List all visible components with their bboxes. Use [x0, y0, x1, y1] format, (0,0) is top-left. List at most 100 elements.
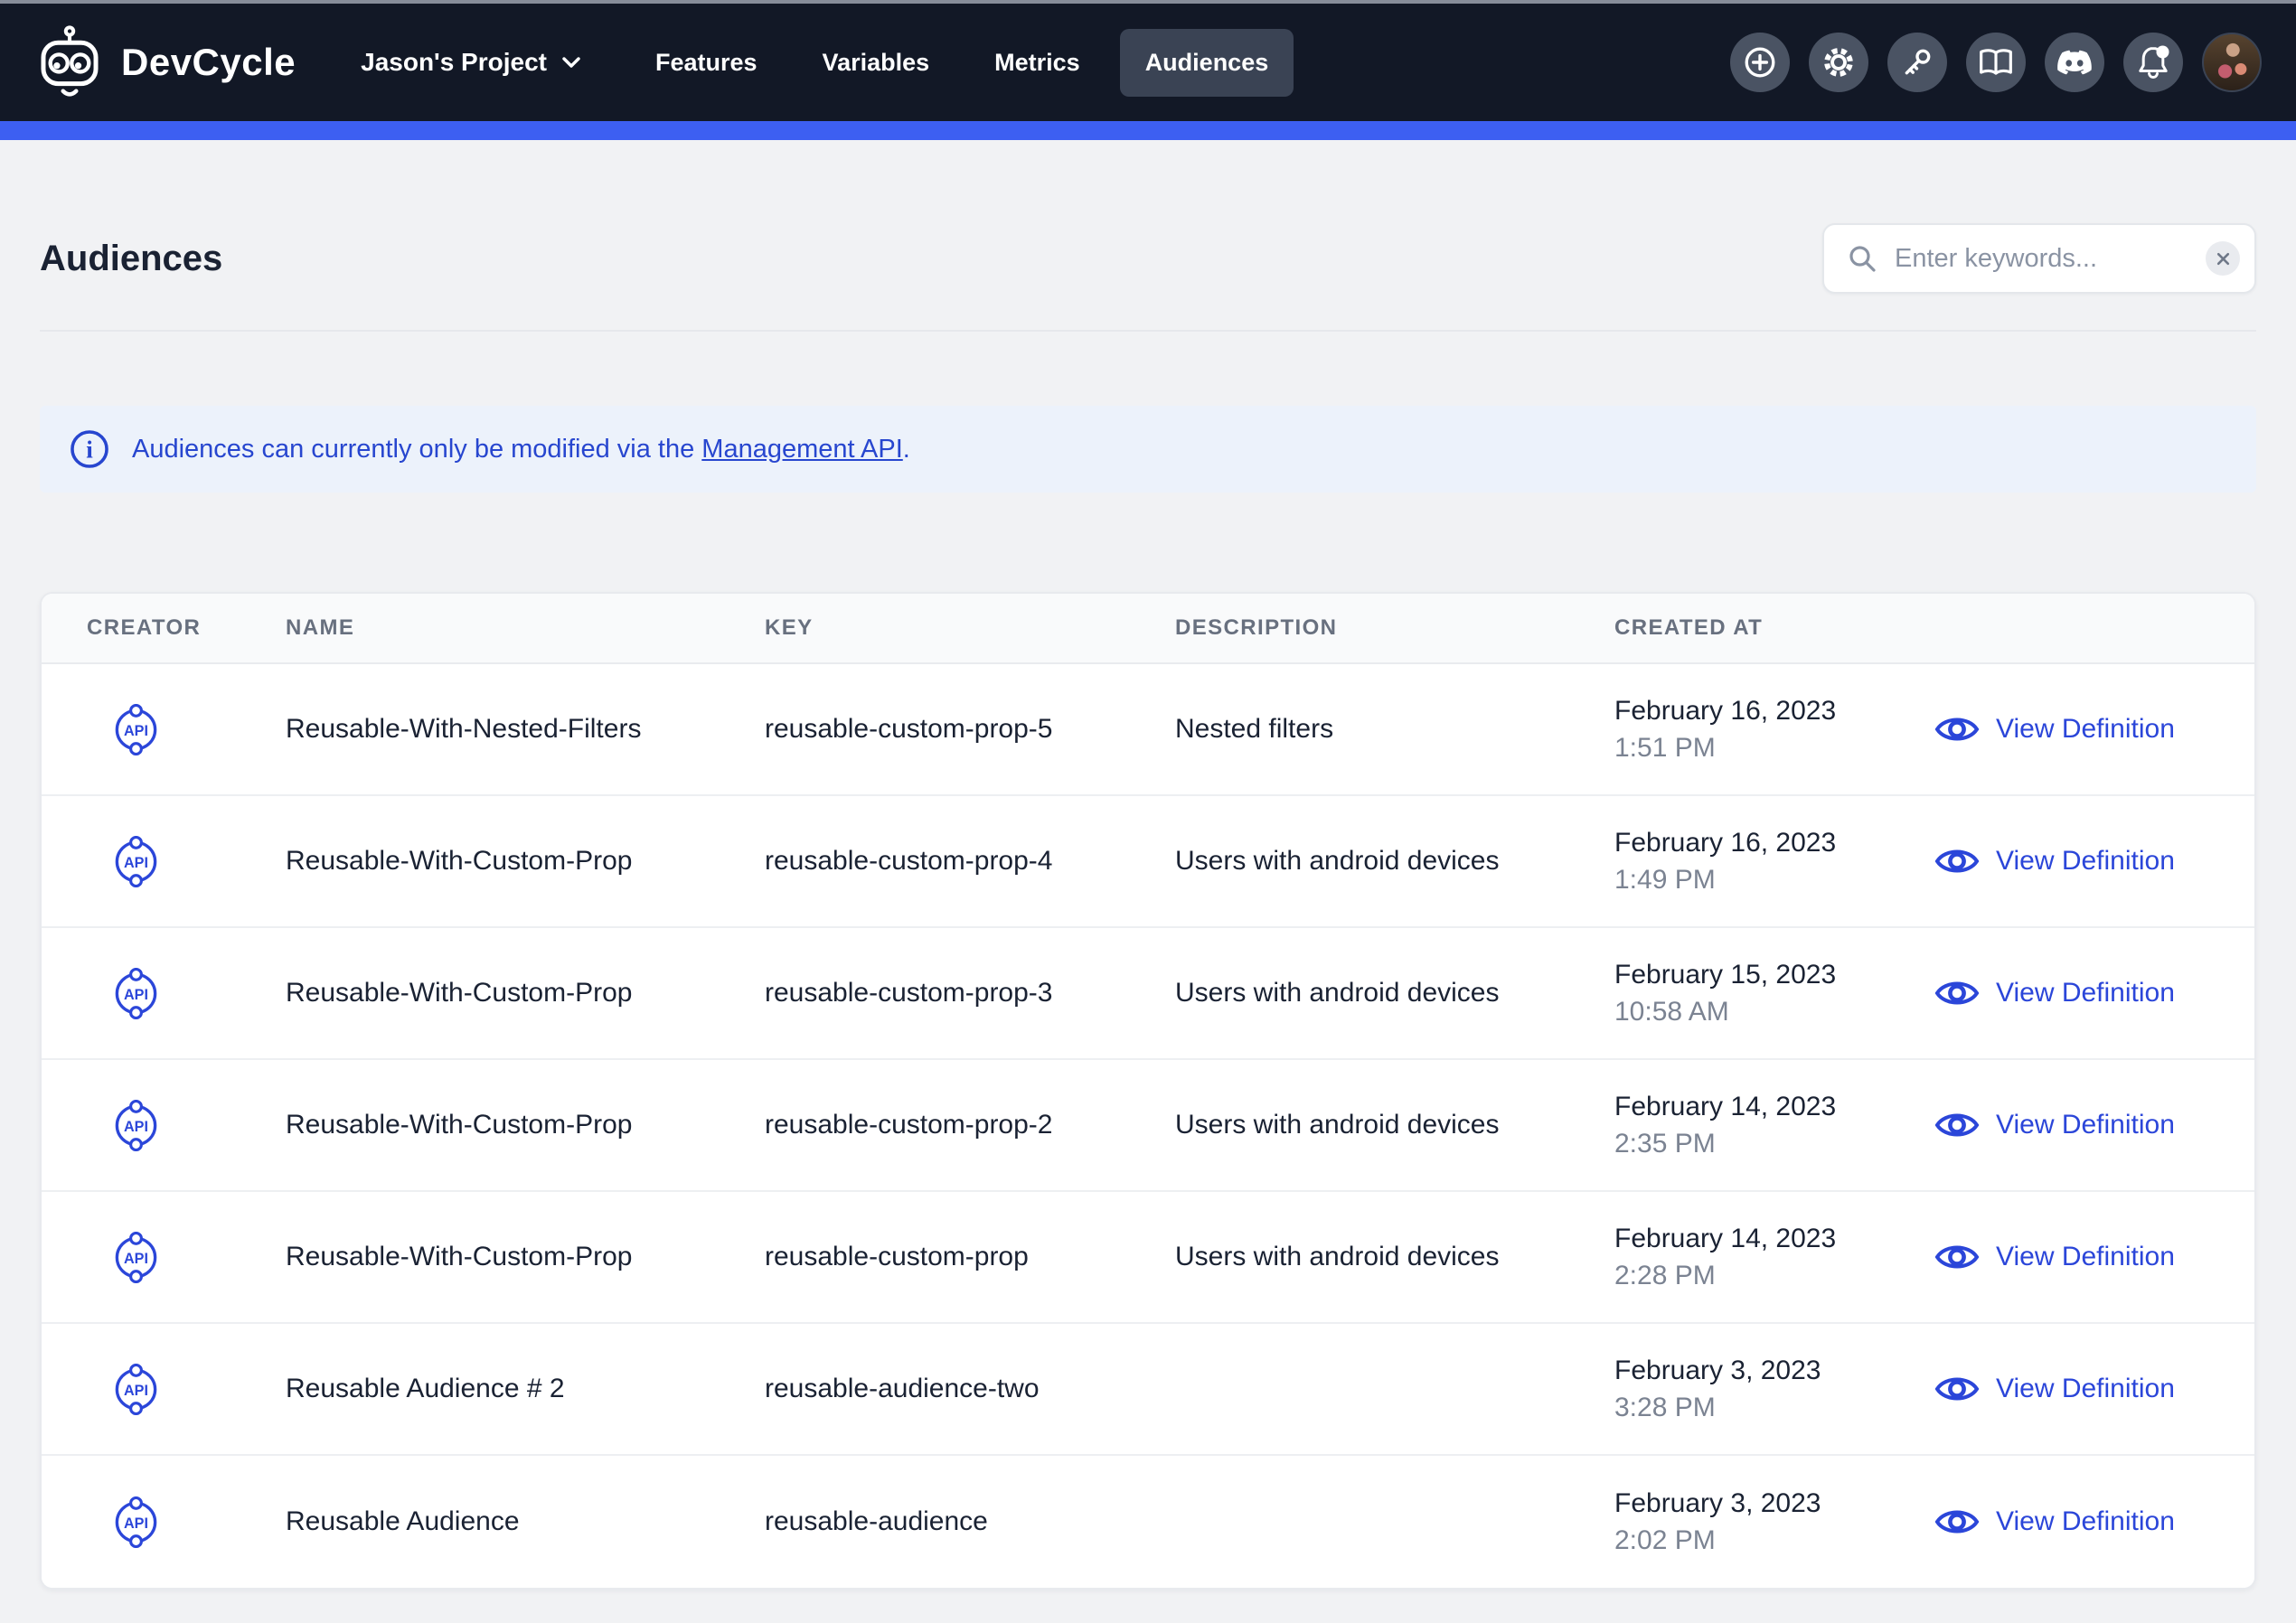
- view-definition-label: View Definition: [1996, 1242, 2175, 1272]
- bell-icon: [2136, 44, 2170, 80]
- created-time: 2:02 PM: [1614, 1525, 1913, 1556]
- audience-name: Reusable Audience: [286, 1506, 765, 1537]
- view-definition-link[interactable]: View Definition: [1934, 1505, 2175, 1539]
- actions-cell: View Definition: [1913, 976, 2254, 1010]
- view-definition-link[interactable]: View Definition: [1934, 1108, 2175, 1142]
- svg-text:API: API: [124, 854, 148, 870]
- key-icon: [1901, 46, 1934, 79]
- eye-icon: [1934, 712, 1980, 746]
- devcycle-brand-link[interactable]: DevCycle: [34, 23, 296, 101]
- nav-tab-features[interactable]: Features: [630, 29, 783, 97]
- actions-cell: View Definition: [1913, 712, 2254, 746]
- view-definition-link[interactable]: View Definition: [1934, 976, 2175, 1010]
- project-selector[interactable]: Jason's Project: [361, 48, 581, 77]
- api-badge-icon: API: [110, 1100, 286, 1151]
- api-badge-icon: API: [110, 1364, 286, 1415]
- actions-cell: View Definition: [1913, 1108, 2254, 1142]
- svg-text:API: API: [124, 1382, 148, 1398]
- column-header-creator: Creator: [87, 615, 286, 641]
- search-box: [1822, 223, 2256, 294]
- banner-message: Audiences can currently only be modified…: [132, 435, 910, 464]
- notification-badge: [2157, 46, 2169, 59]
- created-at-cell: February 16, 2023 1:49 PM: [1614, 828, 1913, 896]
- nav-tab-variables[interactable]: Variables: [797, 29, 955, 97]
- created-time: 1:51 PM: [1614, 733, 1913, 764]
- created-time: 1:49 PM: [1614, 865, 1913, 896]
- audience-key: reusable-audience-two: [765, 1374, 1175, 1404]
- column-header-created-at: Created At: [1614, 615, 1913, 641]
- audience-name: Reusable-With-Custom-Prop: [286, 846, 765, 877]
- banner-message-suffix: .: [903, 435, 910, 464]
- svg-text:API: API: [124, 1515, 148, 1531]
- audience-name: Reusable-With-Custom-Prop: [286, 978, 765, 1009]
- view-definition-link[interactable]: View Definition: [1934, 1372, 2175, 1406]
- api-keys-button[interactable]: [1887, 33, 1947, 92]
- svg-text:i: i: [86, 436, 93, 463]
- audience-description: Nested filters: [1175, 714, 1614, 745]
- api-badge-icon: API: [110, 968, 286, 1019]
- created-date: February 14, 2023: [1614, 1224, 1913, 1254]
- search-input[interactable]: [1895, 244, 2189, 274]
- audience-key: reusable-custom-prop: [765, 1242, 1175, 1272]
- notifications-button[interactable]: [2123, 33, 2183, 92]
- eye-icon: [1934, 1108, 1980, 1142]
- discord-button[interactable]: [2045, 33, 2104, 92]
- view-definition-label: View Definition: [1996, 846, 2175, 877]
- actions-cell: View Definition: [1913, 1505, 2254, 1539]
- plus-circle-icon: [1743, 45, 1777, 80]
- creator-cell: API: [87, 704, 286, 755]
- created-date: February 15, 2023: [1614, 960, 1913, 990]
- column-header-name: Name: [286, 615, 765, 641]
- primary-nav: Features Variables Metrics Audiences: [623, 29, 1301, 97]
- audience-description: Users with android devices: [1175, 1110, 1614, 1140]
- created-at-cell: February 15, 2023 10:58 AM: [1614, 960, 1913, 1027]
- documentation-button[interactable]: [1966, 33, 2026, 92]
- clear-search-button[interactable]: [2206, 241, 2240, 276]
- view-definition-link[interactable]: View Definition: [1934, 1240, 2175, 1274]
- view-definition-label: View Definition: [1996, 978, 2175, 1009]
- svg-text:API: API: [124, 1118, 148, 1134]
- management-api-link[interactable]: Management API: [701, 435, 902, 464]
- devcycle-robot-logo-icon: [34, 23, 105, 101]
- created-at-cell: February 16, 2023 1:51 PM: [1614, 696, 1913, 764]
- eye-icon: [1934, 976, 1980, 1010]
- audience-key: reusable-custom-prop-3: [765, 978, 1175, 1009]
- project-selector-label: Jason's Project: [361, 48, 547, 77]
- info-circle-icon: i: [69, 428, 110, 470]
- creator-cell: API: [87, 1496, 286, 1548]
- page-content: Audiences: [0, 223, 2296, 1590]
- creator-cell: API: [87, 1100, 286, 1151]
- view-definition-link[interactable]: View Definition: [1934, 844, 2175, 878]
- api-badge-icon: API: [110, 1496, 286, 1548]
- audience-name: Reusable-With-Custom-Prop: [286, 1110, 765, 1140]
- audiences-table-card: Creator Name Key Description Created At: [40, 592, 2256, 1590]
- created-at-cell: February 14, 2023 2:35 PM: [1614, 1092, 1913, 1159]
- created-date: February 16, 2023: [1614, 696, 1913, 727]
- add-circle-button[interactable]: [1730, 33, 1790, 92]
- column-header-key: Key: [765, 615, 1175, 641]
- gear-icon: [1821, 45, 1856, 80]
- nav-tab-metrics[interactable]: Metrics: [969, 29, 1106, 97]
- navbar-actions: [1730, 33, 2262, 92]
- audience-key: reusable-custom-prop-5: [765, 714, 1175, 745]
- header-divider: [40, 330, 2256, 332]
- view-definition-label: View Definition: [1996, 714, 2175, 745]
- created-at-cell: February 3, 2023 2:02 PM: [1614, 1488, 1913, 1556]
- created-time: 2:35 PM: [1614, 1129, 1913, 1159]
- creator-cell: API: [87, 968, 286, 1019]
- table-row: API Reusable-With-Custom-Prop reusable-c…: [42, 796, 2254, 928]
- table-row: API Reusable-With-Custom-Prop reusable-c…: [42, 1192, 2254, 1324]
- view-definition-link[interactable]: View Definition: [1934, 712, 2175, 746]
- chevron-down-icon: [561, 56, 581, 69]
- audience-description: Users with android devices: [1175, 846, 1614, 877]
- api-badge-icon: API: [110, 836, 286, 887]
- page-header: Audiences: [40, 223, 2256, 294]
- settings-button[interactable]: [1809, 33, 1868, 92]
- eye-icon: [1934, 1372, 1980, 1406]
- created-time: 3:28 PM: [1614, 1393, 1913, 1423]
- eye-icon: [1934, 1505, 1980, 1539]
- accent-bar: [0, 121, 2296, 140]
- actions-cell: View Definition: [1913, 1372, 2254, 1406]
- nav-tab-audiences[interactable]: Audiences: [1120, 29, 1294, 97]
- user-avatar[interactable]: [2202, 33, 2262, 92]
